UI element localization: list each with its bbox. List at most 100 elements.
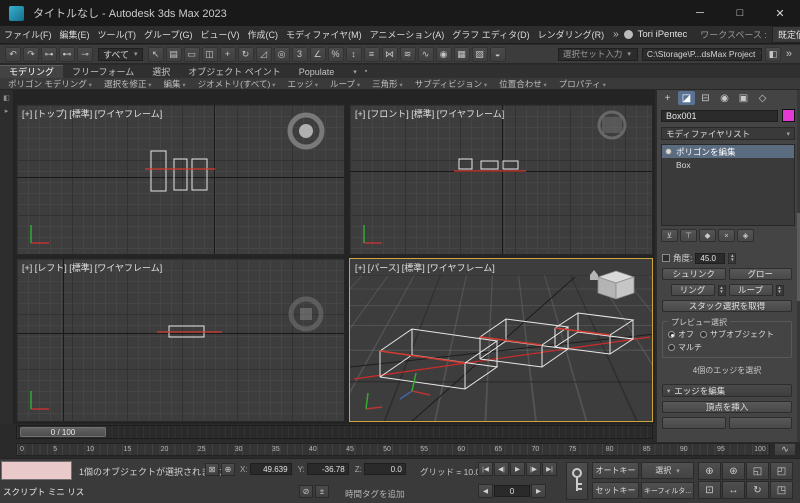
mirror-icon[interactable]: ⋈ <box>382 47 398 62</box>
spinner-snap-toggle-icon[interactable]: ↕ <box>346 47 362 62</box>
object-color-swatch[interactable] <box>782 109 795 122</box>
signed-in-user[interactable]: Tori iPentec <box>638 29 688 40</box>
next-frame-button[interactable]: ▶ <box>531 484 546 498</box>
angle-snap-toggle-icon[interactable]: ∠ <box>310 47 326 62</box>
edit-edges-button[interactable] <box>662 417 726 429</box>
navigation-gizmo[interactable] <box>290 115 322 147</box>
ribbon-tab[interactable]: フリーフォーム <box>63 65 143 78</box>
hierarchy-tab-icon[interactable]: ⊟ <box>697 91 714 105</box>
menu-item[interactable]: ビュー(V) <box>196 28 243 41</box>
time-slider-track[interactable]: 0 / 100 <box>16 425 653 439</box>
modifier-stack-item[interactable]: Box <box>662 158 794 171</box>
undo-icon[interactable]: ↶ <box>5 47 21 62</box>
select-and-link-icon[interactable]: ⊶ <box>41 47 57 62</box>
project-folder-field[interactable]: C:\Storage\P...dsMax Project <box>642 48 762 61</box>
go-to-start-icon[interactable]: |◀ <box>478 462 493 476</box>
align-icon[interactable]: ≋ <box>400 47 416 62</box>
app-icon[interactable] <box>9 6 24 21</box>
workspace-selector[interactable]: 既定値 <box>772 26 800 43</box>
current-frame-field[interactable]: 0 <box>494 485 530 497</box>
ring-spinner[interactable] <box>718 285 726 296</box>
edit-edges-rollout-header[interactable]: エッジを編集 <box>662 384 792 397</box>
loop-spinner[interactable] <box>776 285 784 296</box>
key-filters-button[interactable]: キーフィルタ... <box>641 482 694 499</box>
perspective-viewport-canvas[interactable] <box>350 259 653 422</box>
absolute-offset-mode-icon[interactable]: ⊕ <box>221 463 235 476</box>
ribbon-tab[interactable]: オブジェクト ペイント <box>179 65 290 78</box>
selection-filter-dropdown[interactable]: すべて <box>98 48 143 61</box>
remove-modifier-icon[interactable]: × <box>718 229 735 242</box>
ribbon-group-button[interactable]: ループ <box>324 78 366 90</box>
front-viewport-canvas[interactable] <box>350 105 653 255</box>
auto-key-button[interactable]: オートキー <box>592 462 639 479</box>
selection-set-dropdown[interactable]: 選択 <box>641 462 694 479</box>
loop-button[interactable]: ループ <box>729 284 773 296</box>
ribbon-show-full-icon[interactable]: ▾ <box>349 68 361 76</box>
maximize-button[interactable]: □ <box>720 0 760 26</box>
ribbon-group-button[interactable]: 編集 <box>158 78 192 90</box>
navigation-gizmo[interactable] <box>599 112 625 138</box>
next-key-icon[interactable]: |▶ <box>526 462 541 476</box>
isolate-selection-icon[interactable]: ⊘ <box>299 485 313 498</box>
use-pivot-point-center-icon[interactable]: ◎ <box>274 47 290 62</box>
set-keys-button[interactable] <box>566 462 588 500</box>
unlink-selection-icon[interactable]: ⊷ <box>59 47 75 62</box>
time-slider-handle[interactable]: 0 / 100 <box>20 427 106 437</box>
set-key-button[interactable]: セットキー <box>592 482 639 499</box>
modifier-list-dropdown[interactable]: モディファイヤリスト <box>661 127 795 140</box>
window-crossing-toggle-icon[interactable]: ◫ <box>202 47 218 62</box>
select-and-rotate-icon[interactable]: ↻ <box>238 47 254 62</box>
select-object-icon[interactable]: ↖ <box>148 47 164 62</box>
menu-item[interactable]: 作成(C) <box>243 28 282 41</box>
pan-view-icon[interactable]: ↔ <box>722 481 745 499</box>
viewport-layout-icon[interactable]: ◧ <box>765 47 781 62</box>
render-setup-icon[interactable]: ▦ <box>454 47 470 62</box>
menu-item[interactable]: モディファイヤ(M) <box>282 28 366 41</box>
selection-lock-icon[interactable]: ⊠ <box>205 463 219 476</box>
ribbon-group-button[interactable]: エッジ <box>281 78 324 90</box>
menu-overflow-chevron[interactable]: » <box>608 29 624 40</box>
rectangular-selection-region-icon[interactable]: ▭ <box>184 47 200 62</box>
viewport-layout-arrow-icon[interactable]: ▸ <box>5 107 9 115</box>
display-tab-icon[interactable]: ▣ <box>735 91 752 105</box>
add-time-tag-button[interactable]: 時間タグを追加 <box>345 488 405 500</box>
zoom-all-icon[interactable]: ⊛ <box>722 462 745 480</box>
menu-item[interactable]: グループ(G) <box>140 28 196 41</box>
viewport-left[interactable]: [+] [レフト] [標準] [ワイヤフレーム] <box>16 258 345 422</box>
viewport-layout-tabs-icon[interactable]: ◧ <box>3 94 10 102</box>
viewport-label[interactable]: [+] [トップ] [標準] [ワイヤフレーム] <box>22 107 162 120</box>
menu-item[interactable]: ファイル(F) <box>0 28 56 41</box>
menu-item[interactable]: ツール(T) <box>94 28 141 41</box>
render-production-icon[interactable]: ◒ <box>490 47 506 62</box>
select-by-name-icon[interactable]: ▤ <box>166 47 182 62</box>
ribbon-tab[interactable]: 選択 <box>143 65 179 78</box>
configure-modifier-sets-icon[interactable]: ◈ <box>737 229 754 242</box>
previous-frame-button[interactable]: ◀ <box>478 484 493 498</box>
orbit-icon[interactable]: ↻ <box>746 481 769 499</box>
viewport-perspective-active[interactable]: [+] [パース] [標準] [ワイヤフレーム] <box>349 258 653 422</box>
preview-selection-radio[interactable]: サブオブジェクト <box>700 329 774 340</box>
motion-tab-icon[interactable]: ◉ <box>716 91 733 105</box>
zoom-icon[interactable]: ⊕ <box>698 462 721 480</box>
go-to-end-icon[interactable]: ▶| <box>542 462 557 476</box>
offset-mode-icon[interactable]: ± <box>315 485 329 498</box>
minimize-button[interactable]: ─ <box>680 0 720 26</box>
preview-selection-radio[interactable]: マルチ <box>668 342 702 353</box>
insert-vertex-button[interactable]: 頂点を挿入 <box>662 401 792 413</box>
ribbon-group-button[interactable]: ジオメトリ(すべて) <box>192 78 282 90</box>
ribbon-tab[interactable]: Populate <box>290 65 344 78</box>
ribbon-group-button[interactable]: 位置合わせ <box>493 78 553 90</box>
viewport-label[interactable]: [+] [フロント] [標準] [ワイヤフレーム] <box>355 107 504 120</box>
get-stack-selection-button[interactable]: スタック選択を取得 <box>662 300 792 312</box>
ribbon-group-button[interactable]: 三角形 <box>366 78 409 90</box>
viewport-top[interactable]: [+] [トップ] [標準] [ワイヤフレーム] <box>16 104 345 255</box>
coordinate-z-field[interactable]: 0.0 <box>364 463 406 475</box>
zoom-extents-all-icon[interactable]: ◰ <box>770 462 793 480</box>
rendered-frame-window-icon[interactable]: ▧ <box>472 47 488 62</box>
menu-item[interactable]: グラフ エディタ(D) <box>448 28 533 41</box>
modify-tab-icon[interactable]: ◪ <box>678 91 695 105</box>
macro-recorder-field[interactable] <box>1 461 72 480</box>
curve-editor-icon[interactable]: ∿ <box>418 47 434 62</box>
edit-edges-button[interactable] <box>729 417 793 429</box>
navigation-gizmo[interactable] <box>291 299 321 329</box>
